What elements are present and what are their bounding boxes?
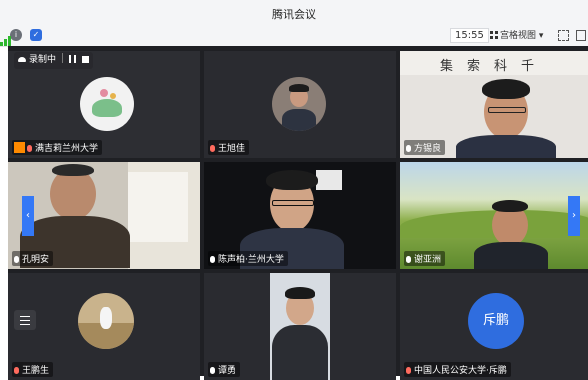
avatar: 斥鹏 — [468, 293, 524, 349]
participant-name: 方锡良 — [404, 140, 446, 155]
info-icon[interactable]: i — [10, 29, 22, 41]
window-restore-icon[interactable] — [576, 30, 586, 41]
pause-recording-button[interactable] — [69, 55, 77, 63]
cloud-record-icon — [18, 57, 26, 62]
video-tile-9[interactable]: 斥鹏 中国人民公安大学·斥鹏 — [400, 273, 588, 380]
video-tile-6[interactable]: 谢亚洲 — [400, 162, 588, 269]
avatar — [78, 293, 134, 349]
participant-name: 中国人民公安大学·斥鹏 — [404, 362, 511, 377]
mic-icon — [14, 256, 19, 263]
stop-recording-button[interactable] — [82, 56, 90, 63]
host-badge-icon — [14, 142, 25, 153]
participant-name: 王旭佳 — [208, 140, 250, 155]
video-tile-8[interactable]: 谭勇 — [204, 273, 396, 380]
meeting-clock: 15:55 — [450, 28, 489, 43]
recording-indicator: 录制中 — [14, 52, 94, 69]
video-grid: 满吉莉兰州大学 王旭佳 集索科千 方锡良 孔明安 陈声柏·兰州大学 谢亚洲 王鹏… — [8, 46, 588, 380]
grid-view-icon — [490, 31, 498, 39]
participant-video — [270, 273, 330, 380]
prev-page-button[interactable]: ‹ — [22, 196, 34, 236]
participant-name: 陈声柏·兰州大学 — [208, 251, 288, 266]
participant-name: 王鹏生 — [12, 362, 54, 377]
video-tile-7[interactable]: 王鹏生 — [8, 273, 200, 380]
shield-icon[interactable]: ✓ — [30, 29, 42, 41]
mic-icon — [210, 256, 215, 263]
participant-name: 谢亚洲 — [404, 251, 446, 266]
video-tile-4[interactable]: 孔明安 — [8, 162, 200, 269]
participant-list-button[interactable] — [14, 310, 36, 330]
mic-muted-icon — [14, 367, 19, 374]
participant-name: 谭勇 — [208, 362, 241, 377]
chevron-down-icon: ▾ — [538, 31, 544, 41]
avatar — [272, 77, 326, 131]
mic-muted-icon — [210, 145, 215, 152]
participant-name: 孔明安 — [12, 251, 54, 266]
title-bar: 腾讯会议 — [0, 0, 588, 24]
video-tile-2[interactable]: 王旭佳 — [204, 51, 396, 158]
toolbar: i ✓ 15:55 宫格视图 ▾ — [0, 24, 588, 47]
mic-icon — [406, 145, 411, 152]
participant-name: 满吉莉兰州大学 — [12, 140, 103, 155]
wall-calligraphy: 集索科千 — [440, 59, 549, 74]
avatar — [80, 77, 134, 131]
mic-muted-icon — [27, 145, 32, 152]
mic-icon — [210, 367, 215, 374]
video-tile-5[interactable]: 陈声柏·兰州大学 — [204, 162, 396, 269]
recording-label: 录制中 — [29, 55, 57, 65]
video-tile-3[interactable]: 集索科千 方锡良 — [400, 51, 588, 158]
fullscreen-icon[interactable] — [558, 30, 569, 41]
mic-icon — [406, 256, 411, 263]
window-title: 腾讯会议 — [272, 8, 316, 21]
view-mode-button[interactable]: 宫格视图 ▾ — [490, 28, 543, 41]
next-page-button[interactable]: › — [568, 196, 580, 236]
view-mode-label: 宫格视图 — [500, 31, 537, 41]
mic-muted-icon — [406, 367, 411, 374]
